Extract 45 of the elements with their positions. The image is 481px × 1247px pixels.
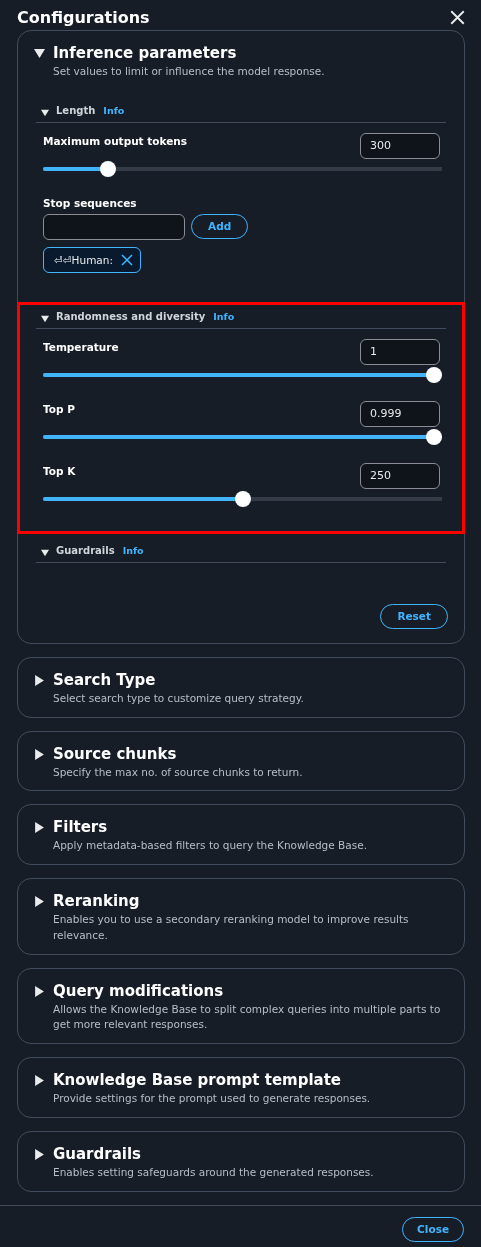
dialog-title: Configurations <box>17 8 150 27</box>
caret-right-icon <box>34 1148 45 1160</box>
section-header[interactable]: Query modifications Allows the Knowledge Base to split complex queries into multiple parts to get more relevant responses. <box>34 981 448 1033</box>
remove-button[interactable] <box>121 253 133 266</box>
close-icon <box>121 253 133 266</box>
number-input[interactable]: 250 <box>360 462 440 489</box>
section-header[interactable]: Search Type Select search type to customize query strategy. <box>34 670 448 707</box>
group-toggle[interactable]: Randomness and diversity <box>36 310 206 323</box>
caret-right-icon <box>34 1075 45 1086</box>
group-toggle[interactable]: Guardrails <box>36 544 115 557</box>
field-label: Maximum output tokens <box>43 133 188 147</box>
token-label: ⏎⏎Human: <box>54 253 113 266</box>
close-icon <box>450 10 465 25</box>
caret-right-icon <box>34 674 45 686</box>
slider-thumb[interactable] <box>234 490 251 507</box>
number-input[interactable]: 0.999 <box>360 400 440 427</box>
close-button[interactable] <box>450 10 465 25</box>
caret-down-icon <box>41 108 49 117</box>
number-input[interactable]: 300 <box>360 132 440 159</box>
slider-thumb[interactable] <box>100 160 117 177</box>
caret-right-icon <box>34 822 45 834</box>
caret-right-icon <box>34 985 45 997</box>
caret-down-icon <box>41 548 49 557</box>
caret-down-icon <box>34 48 45 59</box>
section-header[interactable]: Filters Apply metadata-based filters to query the Knowledge Base. <box>34 818 448 854</box>
info-link[interactable]: Info <box>122 545 144 557</box>
text-input[interactable] <box>43 213 185 240</box>
section-header[interactable]: Guardrails Enables setting safeguards around the generated responses. <box>34 1144 448 1181</box>
section-header[interactable]: Knowledge Base prompt template Provide settings for the prompt used to generate responses. <box>34 1071 448 1107</box>
section-header[interactable]: Inference parameters Set values to limit or influence the model response. <box>34 44 448 80</box>
info-link[interactable]: Info <box>213 311 235 323</box>
section-header[interactable]: Reranking Enables you to use a secondary reranking model to improve results relevance. <box>34 892 448 944</box>
field-label: Temperature <box>43 339 119 353</box>
caret-right-icon <box>34 896 45 907</box>
field-label: Top K <box>43 463 76 477</box>
section-header[interactable]: Source chunks Specify the max no. of source chunks to return. <box>34 744 448 781</box>
slider-thumb[interactable] <box>426 428 442 445</box>
info-link[interactable]: Info <box>103 105 125 117</box>
number-input[interactable]: 1 <box>360 338 440 365</box>
field-label: Stop sequences <box>43 195 138 209</box>
field-label: Top P <box>43 401 75 415</box>
caret-right-icon <box>34 748 45 760</box>
slider-thumb[interactable] <box>426 366 442 383</box>
group-toggle[interactable]: Length <box>36 104 96 117</box>
caret-down-icon <box>41 314 49 323</box>
